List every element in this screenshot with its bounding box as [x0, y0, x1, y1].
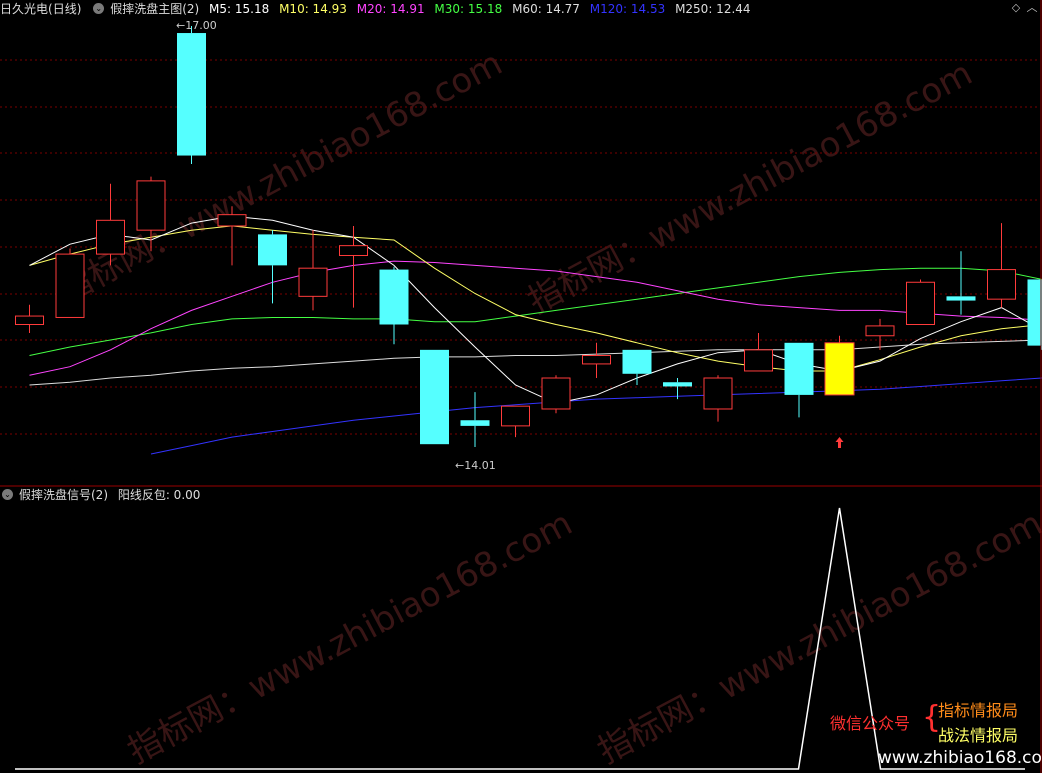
chevron-up-icon[interactable]: ︿ — [1026, 2, 1038, 14]
candle-up — [987, 269, 1016, 300]
candlesticks[interactable] — [15, 26, 1042, 448]
sub-indicator-name[interactable]: 假摔洗盘信号(2) — [19, 488, 108, 502]
ma250-label: M250: 12.44 — [675, 2, 751, 16]
candle-up — [744, 349, 773, 372]
candle-up — [96, 219, 125, 255]
ma60-label: M60: 14.77 — [512, 2, 580, 16]
candle-down — [784, 342, 814, 395]
ma5-label: M5: 15.18 — [209, 2, 270, 16]
signal-candle — [824, 342, 855, 396]
chevron-down-icon[interactable]: ⌄ — [93, 3, 105, 14]
candle-down — [177, 33, 206, 156]
candle-up — [217, 214, 247, 227]
candle-up — [136, 180, 166, 231]
ma5-line — [29, 215, 1042, 404]
candle-down — [258, 234, 287, 266]
ma30-label: M30: 15.18 — [434, 2, 503, 16]
main-indicator-name[interactable]: 假摔洗盘主图(2) — [110, 2, 199, 16]
ma60-line — [29, 339, 1042, 386]
main-chart-header: 日久光电(日线) ⌄ 假摔洗盘主图(2) M5: 15.18 M10: 14.93… — [0, 0, 757, 18]
brand-wechat-label: 微信公众号 — [830, 714, 911, 733]
ma20-label: M20: 14.91 — [356, 2, 425, 16]
diamond-icon[interactable]: ◇ — [1010, 2, 1022, 14]
candle-up — [703, 377, 733, 410]
period-label: (日线) — [48, 2, 82, 16]
high-price-value: 17.00 — [185, 19, 217, 32]
stock-name[interactable]: 日久光电 — [0, 2, 48, 16]
candle-up — [339, 245, 368, 257]
chevron-down-icon[interactable]: ⌄ — [2, 489, 13, 500]
candle-up — [15, 315, 44, 326]
candle-down — [622, 349, 652, 374]
sub-chart-header: ⌄ 假摔洗盘信号(2) 阳线反包: 0.00 — [0, 486, 206, 504]
candle-up — [865, 325, 895, 337]
brand-name-1: 指标情报局 — [938, 701, 1019, 720]
candle-down — [663, 382, 692, 387]
candle-up — [906, 281, 935, 326]
candle-up — [298, 267, 328, 297]
kline-chart[interactable] — [0, 0, 1042, 773]
candle-up — [55, 253, 85, 318]
candle-down — [946, 296, 976, 301]
ma10-label: M10: 14.93 — [279, 2, 347, 16]
signal-value-label: 阳线反包: 0.00 — [117, 488, 201, 502]
ma120-line — [150, 377, 1042, 455]
ma30-line — [29, 267, 1042, 356]
low-price-value: 14.01 — [464, 459, 496, 472]
candle-up — [582, 354, 611, 365]
grid-lines — [0, 59, 1040, 435]
candle-down — [379, 269, 409, 325]
brand-name-2: 战法情报局 — [938, 726, 1019, 745]
high-price-label: ←17.00 — [176, 19, 217, 32]
candle-up — [501, 405, 530, 427]
up-arrow-icon — [835, 437, 844, 448]
brand-site: www.zhibiao168.com — [878, 748, 1042, 768]
ma10-line — [29, 225, 1042, 372]
ma120-label: M120: 14.53 — [589, 2, 666, 16]
candle-down — [460, 420, 490, 426]
candle-up — [541, 377, 571, 410]
candle-down — [1027, 279, 1042, 346]
candle-down — [420, 349, 449, 445]
low-price-label: ←14.01 — [455, 459, 496, 472]
ma20-line — [29, 260, 1042, 376]
